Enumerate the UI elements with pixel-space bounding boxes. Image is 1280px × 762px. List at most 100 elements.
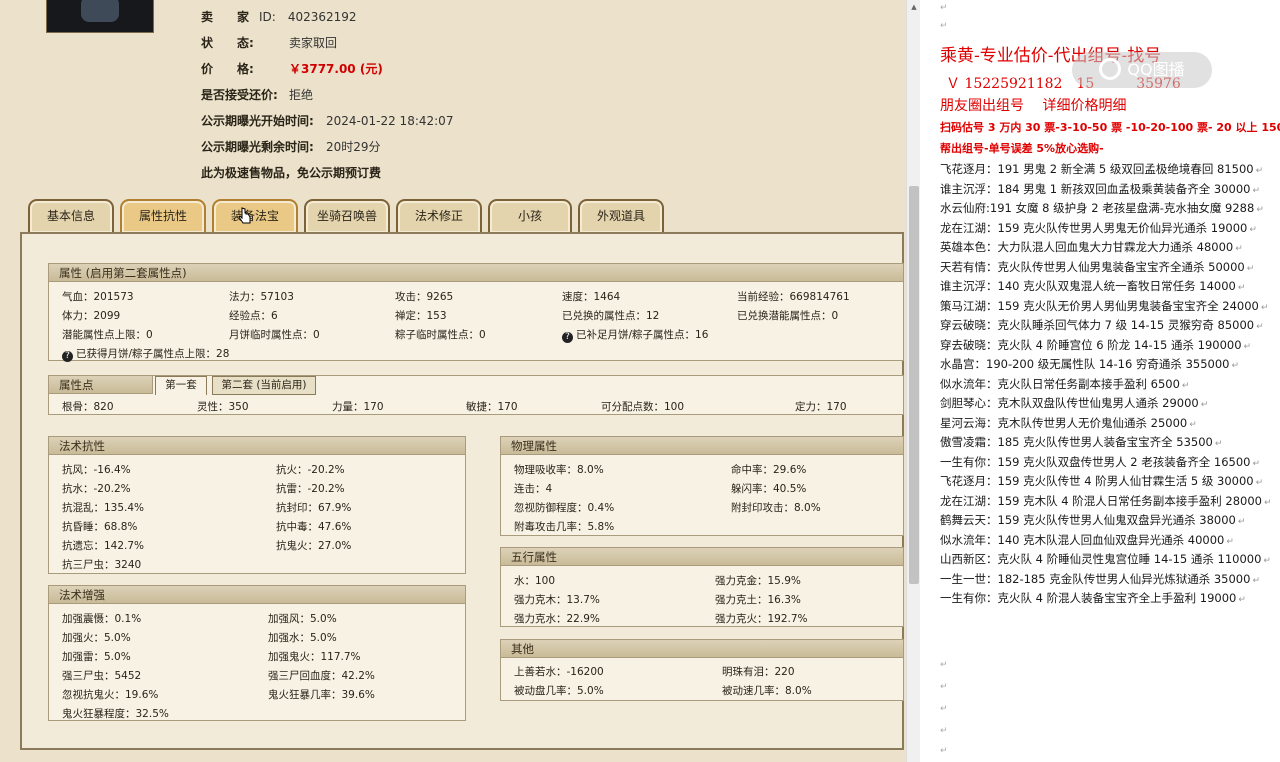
resist-cell: 抗昏睡：68.8% xyxy=(62,521,138,533)
resist-cell: 抗风：-16.4% xyxy=(62,464,131,476)
tab-basic-info[interactable]: 基本信息 xyxy=(28,199,114,233)
tab-appearance[interactable]: 外观道具 xyxy=(578,199,664,233)
list-item: 谁主沉浮：184 男鬼 1 新孩双回血孟极乘黄装备齐全 30000 ↵ xyxy=(940,181,1261,196)
resist-cell: 抗火：-20.2% xyxy=(276,464,345,476)
help-icon[interactable]: ? xyxy=(562,332,573,343)
boost-cell: 加强雷：5.0% xyxy=(62,651,131,663)
list-item: 傲雪凌霜：185 克火队传世男人装备宝宝齐全 53500 ↵ xyxy=(940,435,1223,449)
tab-equipment[interactable]: 装备法宝 xyxy=(212,199,298,233)
list-item: 飞花逐月：191 男鬼 2 新全满 5 级双回孟极绝境春回 81500 ↵ xyxy=(940,162,1264,176)
paragraph-mark-icon: ↵ xyxy=(940,726,948,736)
boost-cell: 加强风：5.0% xyxy=(268,613,337,625)
list-item: 谁主沉浮：140 克火队双鬼混人统一畜牧日常任务 14000 ↵ xyxy=(940,279,1246,293)
paragraph-mark-icon: ↵ xyxy=(940,682,948,692)
other-cell: 被动速几率：8.0% xyxy=(722,685,812,697)
five-element-title: 五行属性 xyxy=(501,548,903,566)
tab-point-set-1[interactable]: 第一套 xyxy=(155,376,207,395)
list-item: 星河云海：克木队传世男人无价鬼仙通杀 25000 ↵ xyxy=(940,415,1197,430)
list-item: 水云仙府:191 女魔 8 级护身 2 老孩星盘满-克水抽女魔 9288 ↵ xyxy=(940,201,1264,215)
resist-cell: 抗鬼火：27.0% xyxy=(276,540,352,552)
element-cell: 强力克土：16.3% xyxy=(715,594,801,606)
list-item: 策马江湖：159 克火队无价男人男仙男鬼装备宝宝齐全 24000 ↵ xyxy=(940,298,1269,313)
element-cell: 强力克木：13.7% xyxy=(514,594,600,606)
attr-help-row: ? 已补足月饼/粽子属性点：16 xyxy=(562,327,708,343)
point-cell: 定力：170 xyxy=(795,401,847,413)
point-cell: 敏捷：170 xyxy=(466,401,518,413)
help-icon[interactable]: ? xyxy=(62,351,73,362)
boost-cell: 忽视抗鬼火：19.6% xyxy=(62,689,159,701)
scroll-up-arrow-icon[interactable]: ▲ xyxy=(908,3,920,13)
attr-cell: 已兑换潜能属性点：0 xyxy=(737,310,839,322)
tab-mount-pet[interactable]: 坐骑召唤兽 xyxy=(304,199,390,233)
status-row: 状 态: 卖家取回 xyxy=(201,36,338,50)
list-item: 龙在江湖：159 克火队传世男人男鬼无价仙异光通杀 19000 ↵ xyxy=(940,220,1257,235)
resist-cell: 抗封印：67.9% xyxy=(276,502,352,514)
list-item: 一生有你：159 克火队双盘传世男人 2 老孩装备齐全 16500 ↵ xyxy=(940,454,1261,469)
tab-spell-mod[interactable]: 法术修正 xyxy=(396,199,482,233)
resist-cell: 抗水：-20.2% xyxy=(62,483,131,495)
list-item: 山西新区：克火队 4 阶睡仙灵性鬼宫位睡 14-15 通杀 110000 ↵ xyxy=(940,552,1271,566)
attr-note: ? 已获得月饼/粽子属性点上限：28 xyxy=(62,346,229,362)
attr-cell: 潜能属性点上限：0 xyxy=(62,329,153,341)
list-item: 穿云破晓：克火队睡杀回气体力 7 级 14-15 灵猴穷奇 85000 ↵ xyxy=(940,318,1264,332)
physical-cell: 附封印攻击：8.0% xyxy=(731,502,821,514)
expose-remain-row: 公示期曝光剩余时间: 20时29分 xyxy=(201,140,381,154)
resist-cell: 抗混乱：135.4% xyxy=(62,502,145,514)
list-item: 鹤舞云天：159 克火队传世男人仙鬼双盘异光通杀 38000 ↵ xyxy=(940,513,1246,527)
fast-sale-note: 此为极速售物品，免公示期预订费 xyxy=(201,166,382,180)
point-cell: 灵性：350 xyxy=(197,401,249,413)
attr-section-title: 属性 (启用第二套属性点) xyxy=(49,264,903,282)
attr-cell: 法力：57103 xyxy=(229,291,294,303)
list-item: 剑胆琴心：克木队双盘队传世仙鬼男人通杀 29000 ↵ xyxy=(940,396,1209,410)
list-item: 天若有情：克火队传世男人仙男鬼装备宝宝齐全通杀 50000 ↵ xyxy=(940,259,1255,274)
other-cell: 被动盘几率：5.0% xyxy=(514,685,604,697)
doc-note-line: 帮出组号-单号误差 5%放心选购- xyxy=(940,142,1104,155)
element-cell: 强力克火：192.7% xyxy=(715,613,808,625)
spell-boost-title: 法术增强 xyxy=(49,586,465,604)
tab-child[interactable]: 小孩 xyxy=(488,199,572,233)
boost-cell: 强三尸虫：5452 xyxy=(62,670,142,682)
scrollbar-thumb[interactable] xyxy=(909,186,919,584)
element-cell: 强力克金：15.9% xyxy=(715,575,801,587)
attr-cell: 攻击：9265 xyxy=(395,291,454,303)
paragraph-mark-icon: ↵ xyxy=(940,660,948,670)
other-title: 其他 xyxy=(501,640,903,658)
point-cell: 根骨：820 xyxy=(62,401,114,413)
element-cell: 强力克水：22.9% xyxy=(514,613,600,625)
list-item: 穿去破晓：克火队 4 阶睡宫位 6 阶龙 14-15 通杀 190000 ↵ xyxy=(940,337,1252,352)
boost-cell: 鬼火狂暴几率：39.6% xyxy=(268,689,375,701)
watermark-logo: QQ图播 xyxy=(1072,52,1212,88)
list-item: 水晶宫：190-200 级无属性队 14-16 穷奇通杀 355000 ↵ xyxy=(940,357,1240,371)
paragraph-mark-icon: ↵ xyxy=(940,704,948,714)
tab-attr-resist[interactable]: 属性抗性 xyxy=(120,199,206,233)
physical-cell: 连击：4 xyxy=(514,483,553,495)
attr-cell: 速度：1464 xyxy=(562,291,621,303)
tab-point-set-2[interactable]: 第二套 (当前启用) xyxy=(212,376,316,395)
boost-cell: 强三尸回血度：42.2% xyxy=(268,670,375,682)
list-item: 英雄本色：大力队混人回血鬼大力甘霖龙大力通杀 48000 ↵ xyxy=(940,240,1243,254)
attr-cell: 粽子临时属性点：0 xyxy=(395,329,486,341)
points-section-title: 属性点 xyxy=(49,376,153,394)
other-cell: 明珠有泪：220 xyxy=(722,666,795,678)
boost-cell: 加强水：5.0% xyxy=(268,632,337,644)
attr-cell: 已兑换的属性点：12 xyxy=(562,310,660,322)
attr-cell: 经验点：6 xyxy=(229,310,278,322)
character-avatar xyxy=(46,0,154,33)
boost-cell: 加强鬼火：117.7% xyxy=(268,651,361,663)
boost-cell: 加强火：5.0% xyxy=(62,632,131,644)
list-item: 似水流年：克火队日常任务副本接手盈利 6500 ↵ xyxy=(940,376,1190,391)
price-row: 价 格: ￥3777.00 (元) xyxy=(201,62,383,76)
physical-title: 物理属性 xyxy=(501,437,903,455)
physical-cell: 命中率：29.6% xyxy=(731,464,807,476)
list-item: 飞花逐月：159 克火队传世 4 阶男人仙甘霖生活 5 级 30000 ↵ xyxy=(940,474,1264,488)
list-item: 似水流年：140 克木队混人回血仙双盘异光通杀 40000 ↵ xyxy=(940,532,1234,547)
resist-cell: 抗中毒：47.6% xyxy=(276,521,352,533)
paragraph-mark-icon: ↵ xyxy=(940,3,948,13)
attr-cell: 体力：2099 xyxy=(62,310,121,322)
mouse-cursor-icon xyxy=(238,207,252,225)
list-item: 一生有你：克火队 4 阶混人装备宝宝齐全上手盈利 19000 ↵ xyxy=(940,591,1246,605)
paragraph-mark-icon: ↵ xyxy=(940,746,948,756)
attr-cell: 禅定：153 xyxy=(395,310,447,322)
point-cell: 力量：170 xyxy=(332,401,384,413)
element-cell: 水：100 xyxy=(514,575,556,587)
